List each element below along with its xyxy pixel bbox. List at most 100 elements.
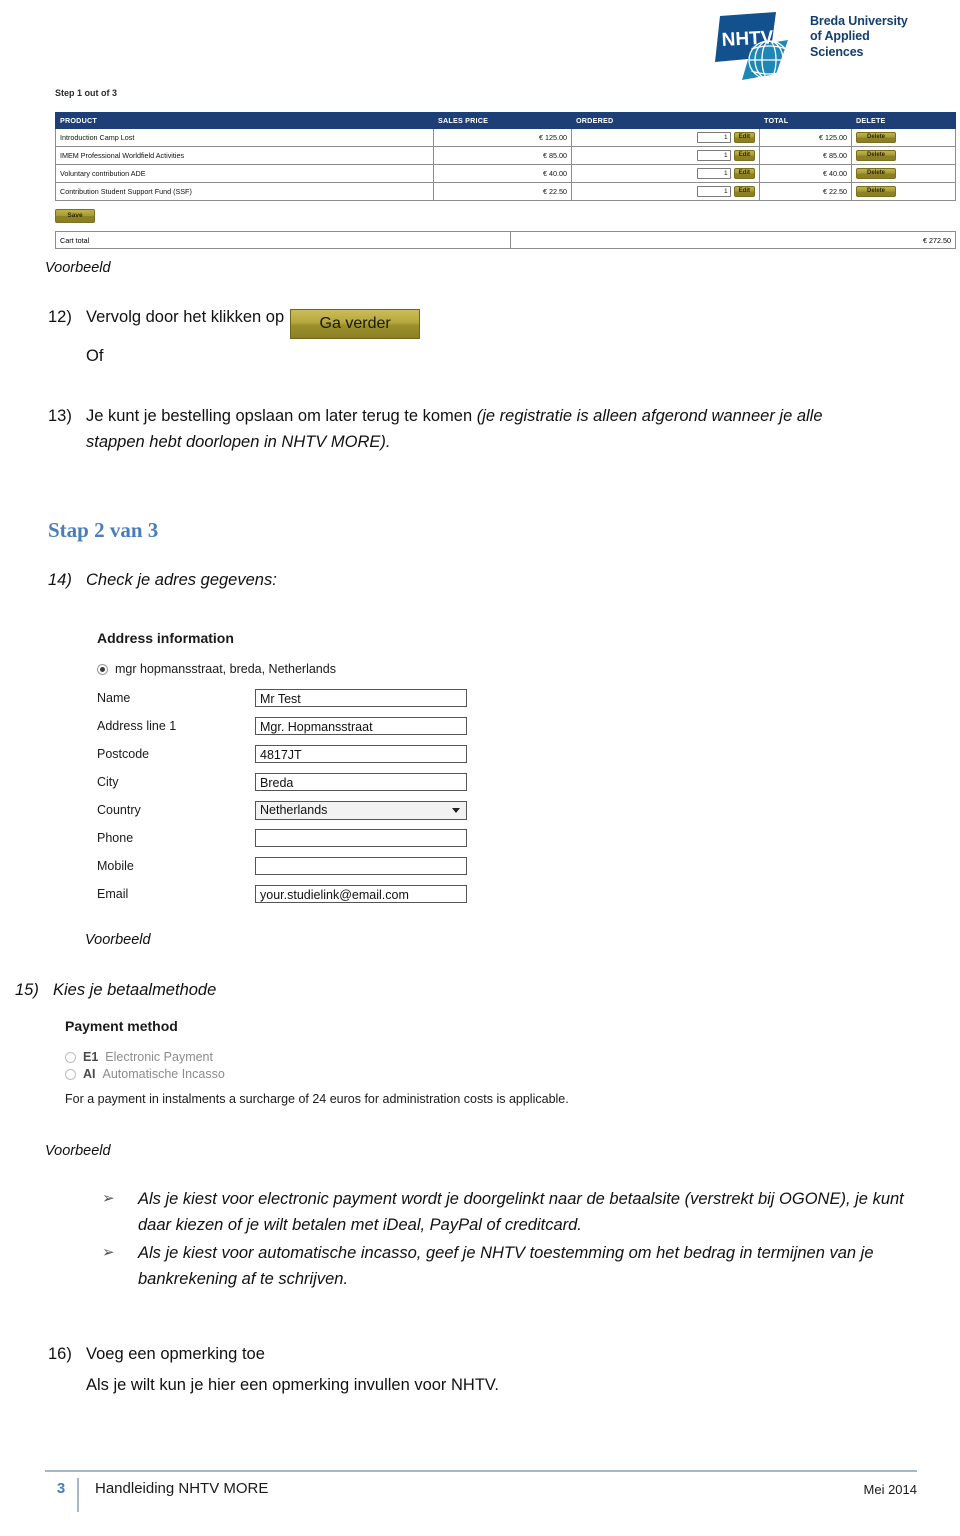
item-14-text: Check je adres gegevens:: [86, 571, 277, 589]
cell-sales-price: € 22.50: [433, 182, 572, 201]
item-16-number: 16): [48, 1345, 72, 1363]
cart-total-table: Cart total € 272.50: [55, 231, 956, 249]
page-footer: 3 Handleiding NHTV MORE Mei 2014: [45, 1478, 917, 1518]
cell-product: Contribution Student Support Fund (SSF): [55, 182, 434, 201]
instruction-item-15: 15) Kies je betaalmethode: [15, 978, 615, 1004]
bullet-text-1: Als je kiest voor electronic payment wor…: [138, 1190, 904, 1235]
label-mobile: Mobile: [97, 859, 134, 873]
cell-product: Introduction Camp Lost: [55, 128, 434, 147]
address-line-1-field[interactable]: Mgr. Hopmansstraat: [255, 717, 467, 735]
edit-button[interactable]: Edit: [733, 168, 755, 179]
payment-bullet-list: ➢ Als je kiest voor electronic payment w…: [100, 1186, 930, 1294]
delete-button[interactable]: Delete: [856, 186, 896, 197]
label-country: Country: [97, 803, 141, 817]
address-section-title: Address information: [97, 630, 234, 646]
item-12-number: 12): [48, 308, 72, 326]
cell-total: € 85.00: [759, 146, 852, 165]
radio-selected-icon[interactable]: [97, 663, 108, 675]
cell-ordered: 1 Edit: [571, 182, 760, 201]
country-select-value: Netherlands: [260, 802, 328, 817]
cell-product: IMEM Professional Worldfield Activities: [55, 146, 434, 165]
caption-voorbeeld-1: Voorbeeld: [45, 260, 111, 276]
edit-button[interactable]: Edit: [733, 186, 755, 197]
table-row: Introduction Camp Lost € 125.00 1 Edit € …: [55, 128, 956, 147]
selected-address-option[interactable]: mgr hopmansstraat, breda, Netherlands: [97, 662, 517, 676]
payment-option-ai-label: Automatische Incasso: [102, 1067, 225, 1081]
payment-surcharge-note: For a payment in instalments a surcharge…: [65, 1092, 569, 1106]
label-postcode: Postcode: [97, 747, 150, 761]
quantity-input[interactable]: 1: [696, 186, 731, 197]
footer-date: Mei 2014: [863, 1482, 917, 1497]
cart-total-amount: € 272.50: [510, 231, 956, 249]
payment-option-e1[interactable]: E1 Electronic Payment: [65, 1050, 685, 1064]
cell-sales-price: € 40.00: [433, 164, 572, 183]
logo-wordmark: NHTV: [721, 27, 774, 51]
label-address-line-1: Address line 1: [97, 719, 177, 733]
payment-section-title: Payment method: [65, 1018, 178, 1034]
column-header-total: TOTAL: [759, 112, 852, 129]
label-city: City: [97, 775, 119, 789]
column-header-product: PRODUCT: [55, 112, 434, 129]
logo-name-line-2: of Applied: [810, 29, 870, 44]
item-15-number: 15): [15, 981, 39, 999]
save-button[interactable]: Save: [55, 209, 95, 223]
country-select[interactable]: Netherlands: [255, 800, 467, 820]
edit-button[interactable]: Edit: [733, 132, 755, 143]
city-field[interactable]: Breda: [255, 773, 467, 791]
edit-button[interactable]: Edit: [733, 150, 755, 161]
form-row-phone: Phone: [97, 824, 517, 852]
cell-delete: Delete: [851, 128, 956, 147]
quantity-input[interactable]: 1: [696, 150, 731, 161]
name-field[interactable]: Mr Test: [255, 689, 467, 707]
step-indicator: Step 1 out of 3: [55, 88, 118, 98]
item-16-text: Voeg een opmerking toe: [86, 1345, 265, 1363]
bullet-text-2: Als je kiest voor automatische incasso, …: [138, 1244, 874, 1289]
payment-option-e1-label: Electronic Payment: [105, 1050, 213, 1064]
quantity-input[interactable]: 1: [696, 168, 731, 179]
phone-field[interactable]: [255, 829, 467, 847]
logo-name-line-3: Sciences: [810, 44, 864, 59]
footer-vertical-divider: [77, 1478, 79, 1512]
radio-unselected-icon[interactable]: [65, 1051, 76, 1063]
footer-page-number: 3: [56, 1480, 66, 1497]
cart-total-label: Cart total: [55, 231, 511, 249]
label-name: Name: [97, 691, 131, 705]
item-13-number: 13): [48, 407, 72, 425]
cell-ordered: 1 Edit: [571, 146, 760, 165]
address-information-screenshot: Address information mgr hopmansstraat, b…: [97, 630, 517, 908]
postcode-field[interactable]: 4817JT: [255, 745, 467, 763]
quantity-input[interactable]: 1: [696, 132, 731, 143]
radio-unselected-icon[interactable]: [65, 1068, 76, 1080]
cell-delete: Delete: [851, 182, 956, 201]
table-row: IMEM Professional Worldfield Activities …: [55, 146, 956, 165]
form-row-country: Country Netherlands: [97, 796, 517, 824]
ga-verder-button[interactable]: Ga verder: [290, 309, 421, 339]
delete-button[interactable]: Delete: [856, 168, 896, 179]
item-13-text-plain: Je kunt je bestelling opslaan om later t…: [86, 407, 477, 425]
form-row-address-line-1: Address line 1 Mgr. Hopmansstraat: [97, 712, 517, 740]
form-row-name: Name Mr Test: [97, 684, 517, 712]
label-email: Email: [97, 887, 129, 901]
delete-button[interactable]: Delete: [856, 132, 896, 143]
page-header: NHTV Breda University of Applied Science…: [712, 8, 912, 88]
mobile-field[interactable]: [255, 857, 467, 875]
nhtv-logo: NHTV Breda University of Applied Science…: [712, 8, 912, 88]
cell-ordered: 1 Edit: [571, 164, 760, 183]
cell-sales-price: € 85.00: [433, 146, 572, 165]
nhtv-logo-icon: NHTV: [715, 12, 790, 80]
delete-button[interactable]: Delete: [856, 150, 896, 161]
logo-name-line-1: Breda University: [810, 14, 908, 28]
caption-voorbeeld-3: Voorbeeld: [45, 1143, 111, 1159]
cell-ordered: 1 Edit: [571, 128, 760, 147]
form-row-email: Email your.studielink@email.com: [97, 880, 517, 908]
instruction-item-14: 14) Check je adres gegevens:: [48, 568, 648, 594]
column-header-ordered: ORDERED: [571, 112, 760, 129]
payment-method-screenshot: Payment method E1 Electronic Payment AI …: [65, 1018, 685, 1106]
cell-delete: Delete: [851, 146, 956, 165]
payment-option-ai[interactable]: AI Automatische Incasso: [65, 1067, 685, 1081]
cart-table-header-row: PRODUCT SALES PRICE ORDERED TOTAL DELETE: [55, 112, 956, 129]
list-item: ➢ Als je kiest voor electronic payment w…: [100, 1186, 930, 1238]
item-12-or: Of: [86, 347, 104, 365]
footer-document-title: Handleiding NHTV MORE: [95, 1480, 269, 1497]
email-field[interactable]: your.studielink@email.com: [255, 885, 467, 903]
